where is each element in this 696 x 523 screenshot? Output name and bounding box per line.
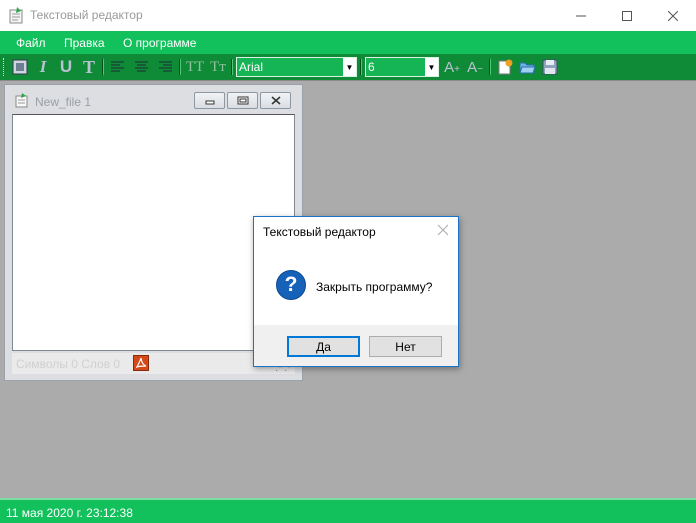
character-word-count: Символы 0 Слов 0 xyxy=(16,357,121,371)
format-icon xyxy=(12,59,28,75)
font-name-select[interactable]: Arial ▼ xyxy=(236,57,357,77)
toolbar-separator xyxy=(179,59,181,75)
new-file-button[interactable] xyxy=(496,58,514,76)
question-icon: ? xyxy=(276,270,306,300)
app-title: Текстовый редактор xyxy=(30,8,143,22)
save-button[interactable] xyxy=(541,58,559,76)
toolbar-grip[interactable] xyxy=(3,58,6,76)
close-icon xyxy=(271,96,280,105)
maximize-button[interactable] xyxy=(604,0,650,31)
menu-file[interactable]: Файл xyxy=(16,36,46,50)
app-icon xyxy=(9,7,23,24)
dialog-content: Текстовый редактор ? Закрыть программу? xyxy=(254,217,458,325)
document-close-button[interactable] xyxy=(260,92,291,109)
toolbar-separator xyxy=(231,59,233,75)
menu-edit[interactable]: Правка xyxy=(64,36,105,50)
confirm-dialog: Текстовый редактор ? Закрыть программу? … xyxy=(253,216,459,367)
close-button[interactable] xyxy=(650,0,696,31)
toolbar-separator xyxy=(360,59,362,75)
document-icon xyxy=(15,93,28,108)
pdf-export-icon[interactable] xyxy=(133,355,149,371)
new-file-icon xyxy=(498,59,513,75)
save-icon xyxy=(542,59,558,75)
document-minimize-button[interactable] xyxy=(194,92,225,109)
uppercase-button[interactable]: TT xyxy=(185,58,205,76)
font-decrease-icon: A− xyxy=(467,58,483,76)
minimize-icon xyxy=(205,100,214,104)
restore-icon xyxy=(237,96,248,105)
font-decrease-button[interactable]: A− xyxy=(466,58,484,76)
status-bar: 11 мая 2020 г. 23:12:38 xyxy=(0,498,696,523)
close-icon[interactable] xyxy=(436,223,450,237)
document-title: New_file 1 xyxy=(35,95,92,109)
align-left-icon xyxy=(111,61,124,72)
no-button[interactable]: Нет xyxy=(369,336,442,357)
font-increase-button[interactable]: A+ xyxy=(443,58,461,76)
document-restore-button[interactable] xyxy=(227,92,258,109)
open-folder-button[interactable] xyxy=(518,58,536,76)
acrobat-icon xyxy=(135,357,147,369)
chevron-down-icon[interactable]: ▼ xyxy=(343,58,356,76)
align-center-icon xyxy=(135,61,148,72)
toolbar-separator xyxy=(489,59,491,75)
font-increase-icon: A+ xyxy=(444,58,460,76)
minimize-button[interactable] xyxy=(558,0,604,31)
dialog-message: Закрыть программу? xyxy=(316,280,433,294)
datetime-display: 11 мая 2020 г. 23:12:38 xyxy=(6,506,133,520)
titlecase-button[interactable]: Tт xyxy=(208,58,228,76)
menu-bar: Файл Правка О программе xyxy=(0,31,696,54)
chevron-down-icon[interactable]: ▼ xyxy=(425,58,438,76)
open-folder-icon xyxy=(518,62,536,73)
text-t-button[interactable]: T xyxy=(81,56,97,77)
titlecase-icon: Tт xyxy=(210,58,226,75)
text-t-icon: T xyxy=(82,56,95,77)
close-icon xyxy=(668,10,678,21)
font-size-value: 6 xyxy=(368,60,375,74)
title-bar: Текстовый редактор xyxy=(0,0,696,31)
toolbar-separator xyxy=(102,59,104,75)
align-left-button[interactable] xyxy=(110,58,126,76)
uppercase-icon: TT xyxy=(185,58,205,75)
minimize-icon xyxy=(576,15,586,16)
align-right-icon xyxy=(159,61,172,72)
font-name-value: Arial xyxy=(239,60,264,74)
dialog-title: Текстовый редактор xyxy=(263,225,376,239)
italic-icon: I xyxy=(39,57,47,76)
font-size-select[interactable]: 6 ▼ xyxy=(365,57,439,77)
yes-button[interactable]: Да xyxy=(287,336,360,357)
underline-icon: U xyxy=(59,57,73,76)
toolbar: I U T TT Tт Arial ▼ 6 ▼ A+ A− xyxy=(0,54,696,80)
italic-button[interactable]: I xyxy=(35,57,51,76)
underline-button[interactable]: U xyxy=(58,57,74,76)
align-right-button[interactable] xyxy=(158,58,174,76)
align-center-button[interactable] xyxy=(134,58,150,76)
format-button[interactable] xyxy=(11,58,29,76)
maximize-icon xyxy=(622,10,632,21)
menu-about[interactable]: О программе xyxy=(123,36,196,50)
